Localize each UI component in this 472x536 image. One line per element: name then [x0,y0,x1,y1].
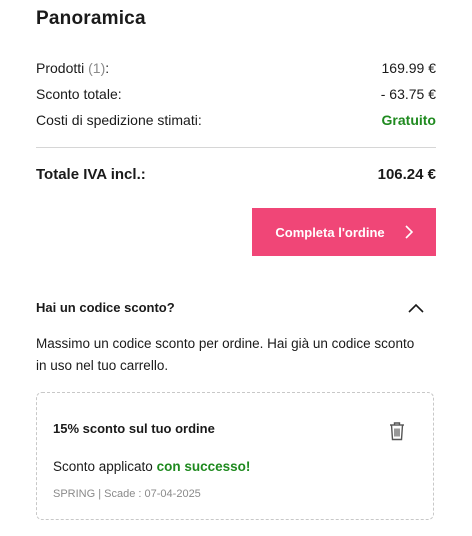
coupon-card: 15% sconto sul tuo ordine Sconto applica… [36,392,434,520]
checkout-label: Completa l'ordine [275,224,385,240]
coupon-toggle[interactable]: Hai un codice sconto? [36,300,436,315]
discount-label: Sconto totale: [36,86,122,102]
coupon-meta: SPRING | Scade : 07-04-2025 [53,488,201,500]
coupon-heading: Hai un codice sconto? [36,300,175,315]
chevron-up-icon[interactable] [408,303,424,313]
discount-row: Sconto totale: - 63.75 € [36,84,436,104]
trash-icon[interactable] [388,421,406,441]
coupon-expiry: Scade : 07-04-2025 [104,488,201,500]
shipping-value: Gratuito [381,112,436,128]
total-label: Totale IVA incl.: [36,166,146,183]
coupon-separator: | [98,488,102,500]
divider [36,147,436,148]
coupon-applied-message: Sconto applicato con successo! [53,459,250,474]
applied-prefix: Sconto applicato [53,459,153,474]
total-row: Totale IVA incl.: 106.24 € [36,166,436,183]
total-value: 106.24 € [377,166,436,183]
shipping-label: Costi di spedizione stimati: [36,112,202,128]
discount-value: - 63.75 € [380,86,436,102]
checkout-button[interactable]: Completa l'ordine [252,208,436,256]
coupon-description: Massimo un codice sconto per ordine. Hai… [36,336,415,373]
products-row: Prodotti (1): 169.99 € [36,58,436,78]
products-value: 169.99 € [381,60,437,76]
coupon-code: SPRING [53,488,96,500]
products-colon: : [105,60,110,76]
products-label: Prodotti [36,60,85,76]
applied-success: con successo! [156,459,251,474]
products-count: (1) [88,60,106,76]
coupon-card-title: 15% sconto sul tuo ordine [53,421,215,436]
products-label-group: Prodotti (1): [36,60,109,76]
shipping-row: Costi di spedizione stimati: Gratuito [36,110,436,130]
chevron-right-icon [405,225,413,239]
page-title: Panoramica [36,8,146,29]
